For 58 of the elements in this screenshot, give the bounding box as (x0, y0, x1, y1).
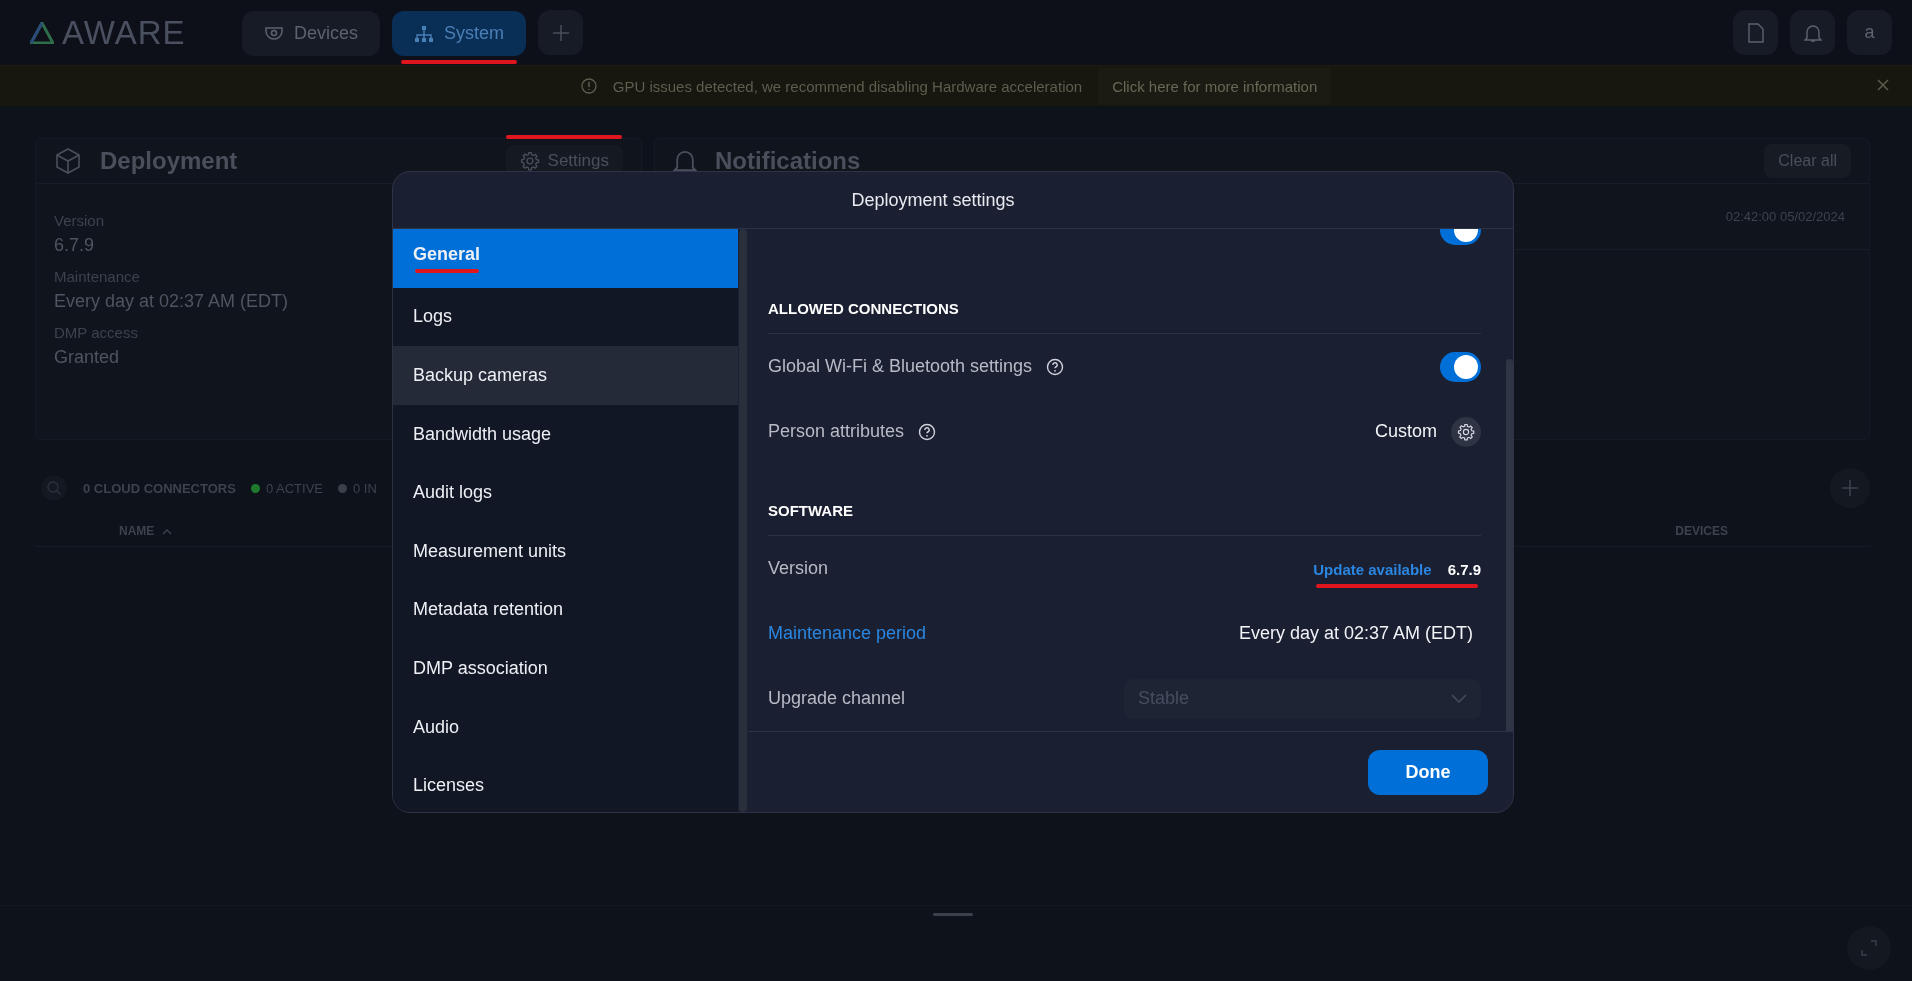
nav-tab[interactable]: Devices (242, 11, 381, 56)
nav-item[interactable]: General (393, 229, 738, 288)
field-value: Every day at 02:37 AM (EDT) (54, 291, 289, 312)
done-button[interactable]: Done (1368, 749, 1488, 795)
toggle-switch[interactable] (1440, 351, 1481, 382)
setting-label: Global Wi-Fi & Bluetooth settings (768, 356, 1033, 377)
expand-icon[interactable] (1847, 926, 1891, 970)
nav-item[interactable]: Logs (393, 287, 738, 347)
setting-label: Version (768, 558, 829, 579)
camera-icon (264, 24, 284, 43)
logo-text: AWARE (62, 13, 186, 52)
nav-item[interactable]: Audit logs (393, 463, 738, 522)
nav-item[interactable]: Licenses (393, 756, 738, 812)
nav-item[interactable]: Bandwidth usage (393, 404, 738, 464)
annotation-underline (415, 268, 479, 273)
nav-tab[interactable]: System (392, 11, 527, 56)
nav-item[interactable]: Metadata retention (393, 580, 738, 640)
update-link[interactable]: Update available (1313, 561, 1432, 578)
document-icon[interactable] (1733, 10, 1778, 55)
help-icon[interactable] (1046, 357, 1065, 376)
nav-item[interactable]: Measurement units (393, 521, 738, 581)
plus-icon[interactable] (551, 23, 570, 42)
section-title: ALLOWED CONNECTIONS (768, 300, 959, 317)
bell-icon (673, 148, 697, 174)
panel-title: Deployment (100, 147, 238, 175)
bell-icon[interactable] (1790, 10, 1835, 55)
add-button[interactable] (1830, 468, 1870, 508)
panel-title: Notifications (715, 147, 861, 175)
plus-icon[interactable] (1841, 479, 1859, 497)
nav-item[interactable]: DMP association (393, 639, 738, 698)
nav-item[interactable]: Audio (393, 697, 738, 757)
scrollbar[interactable] (739, 229, 747, 812)
maintenance-link[interactable]: Maintenance period (768, 623, 927, 644)
sort-icon[interactable] (162, 527, 173, 535)
search-icon[interactable] (40, 474, 68, 502)
scrollbar[interactable] (1506, 359, 1513, 731)
hierarchy-icon (414, 24, 435, 43)
setting-label: Person attributes (768, 421, 905, 442)
field-value: Granted (54, 347, 120, 368)
setting-label: Upgrade channel (768, 688, 906, 709)
section-title: SOFTWARE (768, 502, 853, 519)
banner-message: GPU issues detected, we recommend disabling Hardware acceleration (612, 77, 1083, 95)
nav-item[interactable]: Backup cameras (393, 346, 738, 405)
avatar-button[interactable]: a (1847, 10, 1892, 55)
setting-value: Custom (1375, 421, 1437, 442)
settings-icon[interactable] (1451, 416, 1481, 447)
close-icon[interactable] (1876, 78, 1890, 92)
cube-icon (54, 147, 82, 175)
info-icon (580, 78, 597, 94)
logo-icon (30, 21, 54, 44)
help-icon[interactable] (918, 422, 937, 441)
setting-value: Every day at 02:37 AM (EDT) (1238, 623, 1473, 644)
more-info-link[interactable]: Click here for more information (1098, 67, 1332, 105)
dialog-title: Deployment settings (851, 189, 1015, 211)
add-tab-button[interactable] (538, 10, 584, 55)
version-value: 6.7.9 (1447, 561, 1481, 578)
field-value: 6.7.9 (54, 235, 95, 256)
drag-handle[interactable] (933, 913, 973, 916)
